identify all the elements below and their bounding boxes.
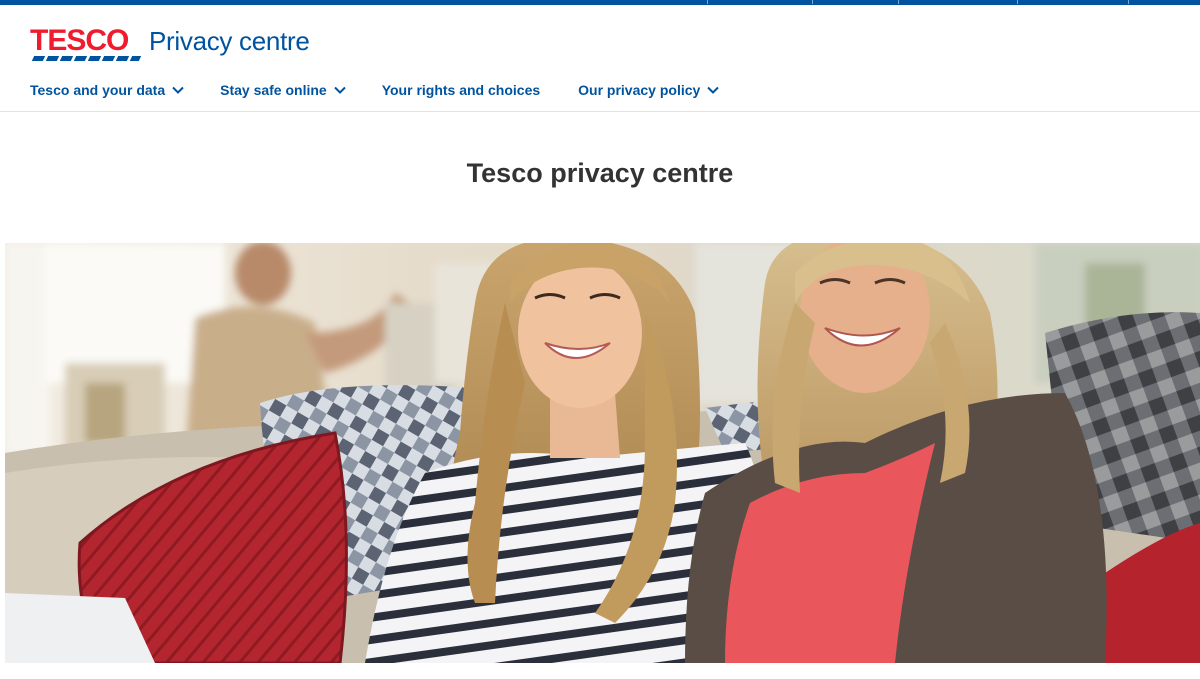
hero-image [5,243,1200,663]
top-bar-divider [707,0,708,4]
chevron-down-icon [333,86,346,94]
nav-item-stay-safe-online[interactable]: Stay safe online [220,82,346,98]
tesco-logo-stripes [31,56,142,61]
top-bar-divider [898,0,899,4]
brand-logo-link[interactable]: TESCO Privacy centre [30,24,310,63]
nav-item-your-rights-and-choices[interactable]: Your rights and choices [382,82,540,98]
main-navigation: Tesco and your data Stay safe online You… [30,80,720,100]
tesco-logo-text: TESCO [30,24,129,57]
top-bar-divider [1128,0,1129,4]
chevron-down-icon [707,86,720,94]
chevron-down-icon [172,86,184,94]
site-header: TESCO Privacy centre Tesco and your data… [0,5,1200,112]
nav-item-label: Your rights and choices [381,82,541,98]
tesco-logo: TESCO [30,24,142,61]
product-name: Privacy centre [149,26,310,56]
top-bar-divider [812,0,813,4]
nav-item-our-privacy-policy[interactable]: Our privacy policy [578,82,720,98]
hero-photo-illustration [5,243,1200,663]
nav-item-label: Our privacy policy [578,82,701,98]
page-title: Tesco privacy centre [466,158,734,188]
nav-item-label: Tesco and your data [30,82,166,98]
nav-item-tesco-and-your-data[interactable]: Tesco and your data [30,82,184,98]
top-bar-divider [1017,0,1018,4]
nav-item-label: Stay safe online [220,82,327,98]
